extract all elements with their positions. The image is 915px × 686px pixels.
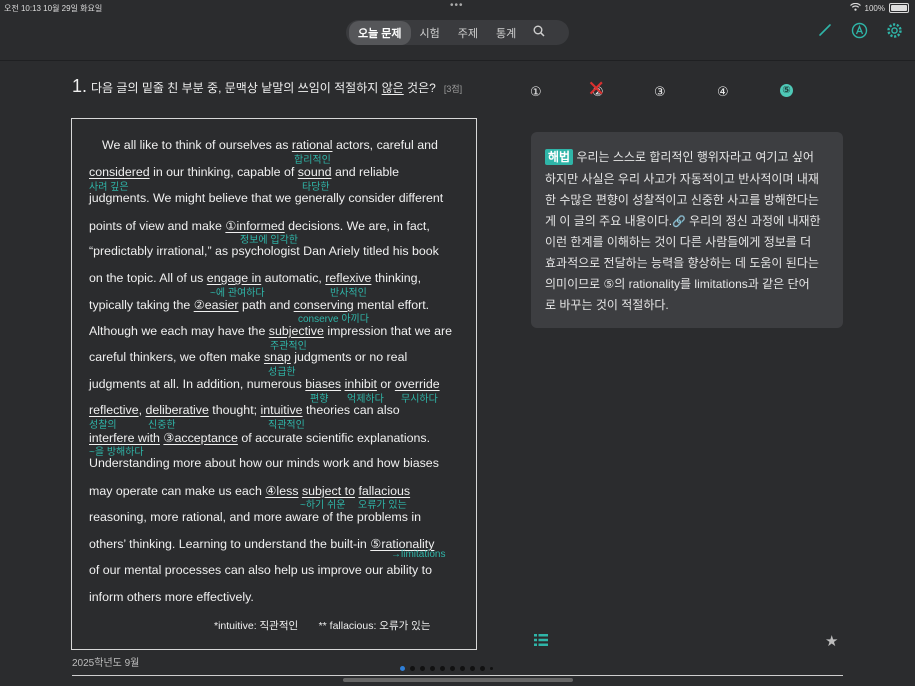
passage-line: judgments at all. In addition, numerous … xyxy=(89,377,440,391)
gloss-reflective: 성찰의 xyxy=(89,420,117,431)
gloss-snap: 성급한 xyxy=(268,367,296,378)
question-text-after: 것은? xyxy=(403,81,436,95)
status-time-date: 오전 10:13 10월 29일 화요일 xyxy=(4,4,103,13)
explanation-line: 이런 한계를 이해하는 것이 다른 사람들에게 정보를 더 xyxy=(545,235,812,249)
question-title: 1. 다음 글의 밑줄 친 부분 중, 문맥상 낱말의 쓰임이 적절하지 않은 것… xyxy=(72,76,462,97)
passage-line: “predictably irrational,” as psychologis… xyxy=(89,244,439,258)
tab-exam[interactable]: 시험 xyxy=(411,21,449,45)
tab-today[interactable]: 오늘 문제 xyxy=(349,20,411,45)
gloss-deliberative: 신중한 xyxy=(148,420,176,431)
passage-line: careful thinkers, we often make snap jud… xyxy=(89,350,408,364)
page-dot[interactable] xyxy=(420,666,425,671)
passage-line: inform others more effectively. xyxy=(89,590,254,604)
explanation-line: 의미이므로 ⑤의 rationality를 limitations과 같은 단어 xyxy=(545,277,810,291)
gloss-conserving: conserve 아끼다 xyxy=(298,314,369,325)
answer-choices: ① ② ✕ ③ ④ ⑤ xyxy=(530,78,830,100)
passage-line: We all like to think of ourselves as rat… xyxy=(102,138,438,152)
choice-1[interactable]: ① xyxy=(530,84,542,100)
tab-topic[interactable]: 주제 xyxy=(449,21,487,45)
passage-line: typically taking the ②easier path and co… xyxy=(89,298,430,312)
question-number: 1. xyxy=(72,76,88,96)
gloss-intuitive: 직관적인 xyxy=(268,420,305,431)
passage-line: considered in our thinking, capable of s… xyxy=(89,165,400,179)
link-icon: 🔗 xyxy=(672,216,686,228)
explanation-line: 하지만 사실은 우리 사고가 자동적이고 반사적이며 내재 xyxy=(545,172,819,186)
choice-2[interactable]: ② ✕ xyxy=(587,78,605,100)
explanation-line: 해법 우리는 스스로 합리적인 행위자라고 여기고 싶어 xyxy=(545,148,814,165)
pencil-icon[interactable] xyxy=(817,22,833,43)
choice-4[interactable]: ④ xyxy=(717,84,729,100)
explanation-line: 게 이 글의 주요 내용이다.🔗 우리의 정신 과정에 내재한 xyxy=(545,214,821,228)
segmented-tabs: 오늘 문제 시험 주제 통계 xyxy=(346,20,569,45)
battery-percent: 100% xyxy=(864,3,885,13)
page-dot[interactable] xyxy=(430,666,435,671)
explanation-line: 로 바꾸는 것이 적절하다. xyxy=(545,298,669,312)
page-indicator[interactable] xyxy=(400,666,493,671)
choice-5-correct[interactable]: ⑤ xyxy=(780,84,793,97)
wrong-mark-icon: ✕ xyxy=(587,76,606,101)
passage-line: Understanding more about how our minds w… xyxy=(89,456,439,470)
list-icon[interactable] xyxy=(534,633,548,649)
header-divider xyxy=(0,60,915,61)
bottom-divider xyxy=(72,675,843,676)
page-dot[interactable] xyxy=(410,666,415,671)
passage-line: of our mental processes can also help us… xyxy=(89,563,432,577)
page-dot[interactable] xyxy=(440,666,445,671)
star-icon[interactable]: ★ xyxy=(825,632,838,650)
gloss-fallacious: 오류가 있는 xyxy=(358,500,407,511)
page-dot[interactable] xyxy=(470,666,475,671)
passage-footnote: *intuitive: 직관적인 ** fallacious: 오류가 있는 xyxy=(214,620,431,632)
page-dot[interactable] xyxy=(480,666,485,671)
explanation-line: 한 수많은 편향이 성찰적이고 신중한 사고를 방해한다는 xyxy=(545,193,819,207)
home-indicator[interactable] xyxy=(343,678,573,682)
passage-box: We all like to think of ourselves as rat… xyxy=(71,118,477,650)
tab-stats[interactable]: 통계 xyxy=(487,21,525,45)
gloss-rationality: →limitations xyxy=(391,549,446,560)
question-points: [3점] xyxy=(443,84,463,94)
gloss-subject-to: ~하기 쉬운 xyxy=(300,500,346,511)
passage-line: reasoning, more rational, and more aware… xyxy=(89,510,421,524)
markup-pen-icon[interactable] xyxy=(851,22,868,43)
gear-icon[interactable] xyxy=(886,22,903,43)
multitask-dots-icon[interactable]: ••• xyxy=(450,0,464,11)
question-text-before: 다음 글의 밑줄 친 부분 중, 문맥상 낱말의 쓰임이 적절하지 xyxy=(91,81,382,95)
page-dot[interactable] xyxy=(490,667,493,670)
page-dot[interactable] xyxy=(450,666,455,671)
passage-line: others’ thinking. Learning to understand… xyxy=(89,537,435,551)
page-dot[interactable] xyxy=(400,666,405,671)
question-text-underlined: 않은 xyxy=(381,81,404,95)
exam-year: 2025학년도 9월 xyxy=(72,658,140,669)
battery-icon xyxy=(889,3,909,13)
wifi-icon xyxy=(849,2,861,13)
passage-line: judgments. We might believe that we gene… xyxy=(89,191,444,205)
gloss-rational: 합리적인 xyxy=(294,155,331,166)
passage-line: Although we each may have the subjective… xyxy=(89,324,452,338)
status-bar: 오전 10:13 10월 29일 화요일 ••• 100% xyxy=(0,0,915,14)
gloss-override: 무시하다 xyxy=(401,394,438,405)
choice-3[interactable]: ③ xyxy=(654,84,666,100)
search-icon[interactable] xyxy=(525,25,553,40)
passage-line: reflective, deliberative thought; intuit… xyxy=(89,403,400,417)
explanation-badge: 해법 xyxy=(545,149,574,165)
explanation-panel: 해법 우리는 스스로 합리적인 행위자라고 여기고 싶어 하지만 사실은 우리 … xyxy=(531,132,843,328)
page-dot[interactable] xyxy=(460,666,465,671)
passage-line: on the topic. All of us engage in automa… xyxy=(89,271,422,285)
explanation-line: 효과적으로 전달하는 능력을 향상하는 데 도움이 된다는 xyxy=(545,256,819,270)
